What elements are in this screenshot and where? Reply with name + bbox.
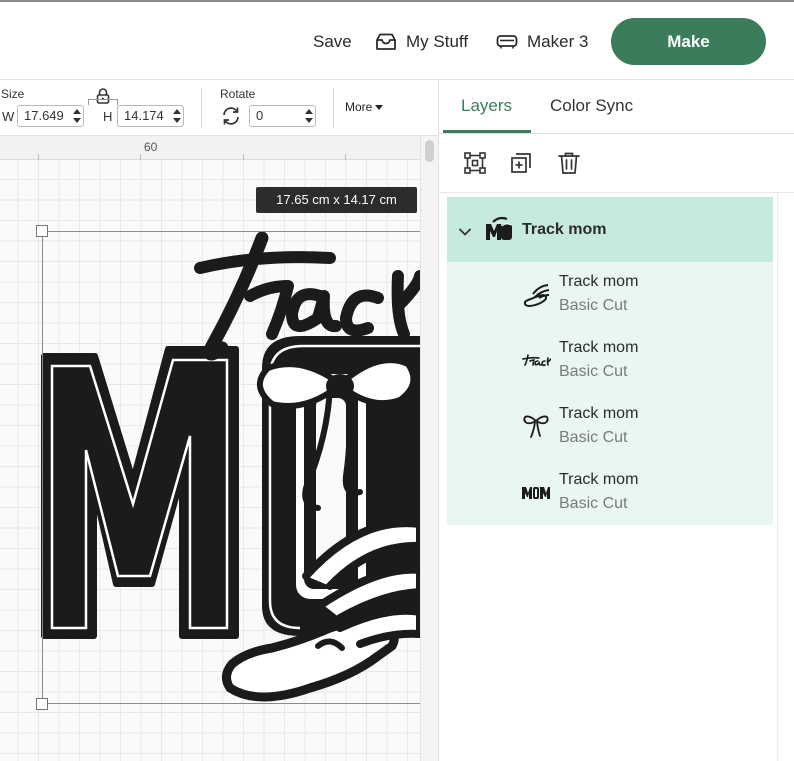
my-stuff-label: My Stuff <box>406 32 469 51</box>
resize-handle-bottom-left[interactable] <box>36 698 48 710</box>
layer-operation: Basic Cut <box>559 297 628 314</box>
rotate-value: 0 <box>256 108 264 123</box>
panel-divider <box>439 192 794 193</box>
make-button[interactable]: Make <box>611 18 766 65</box>
machine-button[interactable]: Maker 3 <box>496 32 588 52</box>
width-input[interactable]: 17.649 <box>17 105 84 127</box>
tabs-divider <box>439 133 794 134</box>
group-header[interactable]: Track mom <box>447 197 773 262</box>
size-tooltip: 17.65 cm x 14.17 cm <box>256 187 417 213</box>
machine-label: Maker 3 <box>527 32 589 51</box>
track-script-icon <box>521 346 552 376</box>
rotate-label: Rotate <box>220 87 256 101</box>
canvas-scrollbar[interactable] <box>420 136 438 761</box>
size-label: Size <box>1 87 25 101</box>
layer-name: Track mom <box>559 339 639 356</box>
save-button[interactable]: Save <box>313 32 352 52</box>
mom-block-icon <box>521 478 551 508</box>
layers-panel: Layers Color Sync Track mom Track mom Ba… <box>438 80 794 761</box>
width-prefix: W <box>2 109 15 124</box>
winged-shoe-icon <box>521 280 551 310</box>
width-stepper[interactable] <box>73 108 81 124</box>
rotate-stepper[interactable] <box>305 108 313 124</box>
selection-box <box>42 231 420 704</box>
layer-item[interactable]: Track mom Basic Cut <box>447 394 773 460</box>
group-title: Track mom <box>522 221 607 238</box>
my-stuff-button[interactable]: My Stuff <box>375 32 468 52</box>
tab-color-sync[interactable]: Color Sync <box>550 96 633 116</box>
tab-layers[interactable]: Layers <box>461 96 512 116</box>
save-label: Save <box>313 32 352 51</box>
height-prefix: H <box>103 109 113 124</box>
caret-down-icon <box>375 104 384 110</box>
toolbar-divider <box>333 88 334 128</box>
more-label: More <box>345 100 373 114</box>
height-stepper[interactable] <box>173 108 181 124</box>
layer-operation: Basic Cut <box>559 429 628 446</box>
edit-toolbar: Size W 17.649 H 14.174 Rotate 0 More <box>0 80 438 136</box>
machine-icon <box>496 34 518 50</box>
more-menu-button[interactable]: More <box>345 100 384 114</box>
group-icon[interactable] <box>462 150 488 176</box>
layer-name: Track mom <box>559 405 639 422</box>
layer-operation: Basic Cut <box>559 363 628 380</box>
layer-group[interactable]: Track mom Track mom Basic Cut Track mom … <box>447 197 773 525</box>
design-canvas[interactable]: 60 17.65 cm x 14.17 cm <box>0 136 420 761</box>
top-bar: Save My Stuff Maker 3 Make <box>0 0 794 80</box>
width-value: 17.649 <box>24 108 64 123</box>
inbox-icon <box>375 33 397 51</box>
chevron-down-icon[interactable] <box>459 223 471 241</box>
height-input[interactable]: 14.174 <box>117 105 184 127</box>
resize-handle-top-left[interactable] <box>36 225 48 237</box>
layer-item[interactable]: Track mom Basic Cut <box>447 328 773 394</box>
delete-icon[interactable] <box>556 150 582 176</box>
scrollbar-thumb[interactable] <box>425 140 434 162</box>
toolbar-divider <box>201 88 202 128</box>
layer-item[interactable]: Track mom Basic Cut <box>447 262 773 328</box>
rotate-input[interactable]: 0 <box>249 105 316 127</box>
layer-name: Track mom <box>559 273 639 290</box>
rotate-icon[interactable] <box>220 106 242 131</box>
group-thumbnail <box>485 216 513 242</box>
layer-operation: Basic Cut <box>559 495 628 512</box>
lock-bracket <box>88 99 118 105</box>
height-value: 14.174 <box>124 108 164 123</box>
bow-icon <box>521 412 551 442</box>
panel-scroll-edge <box>777 193 778 761</box>
layer-name: Track mom <box>559 471 639 488</box>
layer-item[interactable]: Track mom Basic Cut <box>447 460 773 526</box>
duplicate-icon[interactable] <box>509 150 535 176</box>
